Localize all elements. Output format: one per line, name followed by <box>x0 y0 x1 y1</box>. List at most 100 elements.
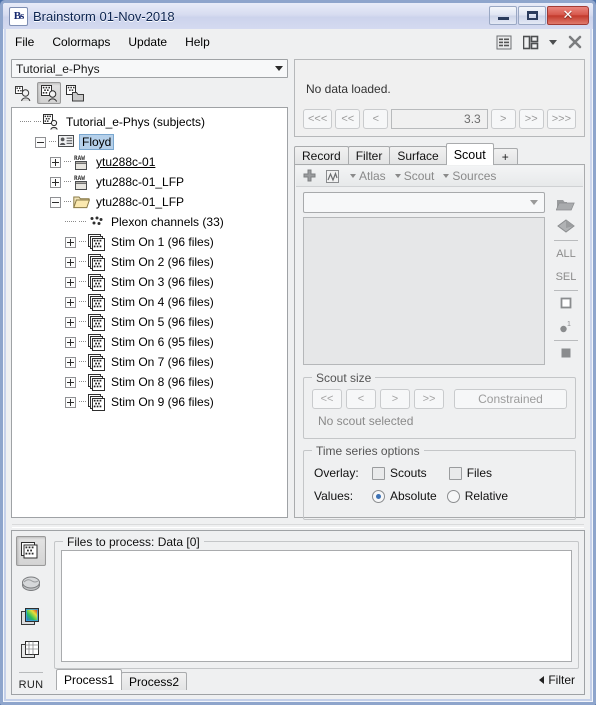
layout-icon[interactable] <box>522 33 540 51</box>
tree-item[interactable]: Stim On 5 (96 files) <box>12 312 287 332</box>
list-icon[interactable] <box>495 33 513 51</box>
process-timefreq-button[interactable] <box>16 602 46 632</box>
chevron-down-icon[interactable] <box>530 200 538 205</box>
tree-item[interactable]: Floyd <box>12 132 287 152</box>
expand-icon[interactable] <box>65 336 76 348</box>
tab-surface[interactable]: Surface <box>389 146 447 165</box>
constrained-button[interactable]: Constrained <box>454 389 567 409</box>
scout-size-increase-large-button[interactable]: >> <box>414 389 444 409</box>
tab-process2[interactable]: Process2 <box>121 672 188 690</box>
scout-size-decrease-large-button[interactable]: << <box>312 389 342 409</box>
menu-scout[interactable]: Scout <box>394 169 434 183</box>
scout-outline-button[interactable] <box>551 292 581 315</box>
tab-process1[interactable]: Process1 <box>56 669 123 690</box>
tree-item[interactable]: RAW ytu288c-01_LFP <box>12 172 287 192</box>
expand-icon[interactable] <box>65 256 76 268</box>
close-window-button[interactable]: ✕ <box>547 6 589 25</box>
expand-icon[interactable] <box>50 156 61 168</box>
scout-fill-button[interactable] <box>551 342 581 365</box>
tab-filter[interactable]: Filter <box>347 146 391 165</box>
overlay-files-checkbox[interactable] <box>448 466 462 480</box>
files-to-process-list[interactable] <box>61 550 572 662</box>
nav-next-button[interactable]: > <box>490 109 516 129</box>
process-tab-bar: Process1 Process2 <box>56 669 188 690</box>
expand-icon[interactable] <box>65 356 76 368</box>
process-matrix-button[interactable] <box>16 635 46 665</box>
menu-atlas[interactable]: Atlas <box>350 169 386 183</box>
tree-item[interactable]: Stim On 3 (96 files) <box>12 272 287 292</box>
add-scout-icon[interactable] <box>300 169 318 184</box>
menu-update[interactable]: Update <box>119 32 176 52</box>
tree-connector <box>65 221 76 223</box>
functional-data-view-button[interactable] <box>37 82 61 104</box>
tab-add-button[interactable]: + <box>492 148 518 165</box>
tree-item[interactable]: RAW ytu288c-01 <box>12 152 287 172</box>
filter-toggle-button[interactable]: Filter <box>539 673 575 687</box>
expand-icon[interactable] <box>65 396 76 408</box>
collapse-icon[interactable] <box>35 136 46 148</box>
scout-list[interactable] <box>303 217 545 365</box>
tree-item-label: Stim On 3 (96 files) <box>111 275 214 289</box>
expand-icon[interactable] <box>65 316 76 328</box>
scout-size-decrease-button[interactable]: < <box>346 389 376 409</box>
atlas-select[interactable] <box>303 192 545 213</box>
nav-next-page-button[interactable]: >> <box>518 109 544 129</box>
expand-icon[interactable] <box>65 276 76 288</box>
close-panel-icon[interactable] <box>566 33 584 51</box>
tab-record[interactable]: Record <box>294 146 349 165</box>
tree-item[interactable]: Stim On 4 (96 files) <box>12 292 287 312</box>
chevron-down-icon[interactable] <box>270 66 287 71</box>
select-all-button[interactable]: ALL <box>551 242 581 265</box>
chevron-down-icon[interactable] <box>549 33 557 51</box>
collapse-icon[interactable] <box>50 196 61 208</box>
expand-icon[interactable] <box>65 296 76 308</box>
expand-icon[interactable] <box>65 376 76 388</box>
time-series-options-group: Time series options Overlay: Scouts File… <box>303 444 576 520</box>
run-button[interactable]: RUN <box>19 679 44 691</box>
maximize-button[interactable] <box>518 6 546 25</box>
time-value-field[interactable]: 3.3 <box>391 109 488 129</box>
horizontal-splitter[interactable] <box>6 521 590 530</box>
nav-last-button[interactable]: >>> <box>546 109 576 129</box>
tree-item[interactable]: Stim On 6 (95 files) <box>12 332 287 352</box>
scout-size-increase-button[interactable]: > <box>380 389 410 409</box>
nav-prev-button[interactable]: < <box>363 109 389 129</box>
scout-display-icon[interactable] <box>323 169 341 184</box>
tree-item[interactable]: Stim On 9 (96 files) <box>12 392 287 412</box>
subjects-view-button[interactable] <box>11 82 35 104</box>
menu-sources[interactable]: Sources <box>443 169 496 183</box>
tree-connector <box>79 261 86 263</box>
scout-seed-button[interactable]: 1 <box>551 315 581 338</box>
process-recordings-button[interactable] <box>16 536 46 566</box>
select-sel-button[interactable]: SEL <box>551 265 581 288</box>
functional-data-sources-view-button[interactable] <box>63 82 87 104</box>
tree-item[interactable]: ytu288c-01_LFP <box>12 192 287 212</box>
tree-item[interactable]: Tutorial_e-Phys (subjects) <box>12 112 287 132</box>
tree-item[interactable]: Stim On 8 (96 files) <box>12 372 287 392</box>
nav-prev-page-button[interactable]: << <box>335 109 361 129</box>
save-scout-button[interactable] <box>551 215 581 238</box>
overlay-scouts-checkbox[interactable] <box>372 466 385 480</box>
main-body: Tutorial_e-Phys Tutorial_e-Phys (subject… <box>6 55 590 699</box>
tree-item[interactable]: Stim On 1 (96 files) <box>12 232 287 252</box>
nav-first-button[interactable]: <<< <box>303 109 333 129</box>
values-relative-radio[interactable] <box>446 489 460 503</box>
tree-connector <box>20 121 31 123</box>
tab-scout[interactable]: Scout <box>445 143 494 165</box>
load-scout-button[interactable] <box>551 192 581 215</box>
expand-icon[interactable] <box>65 236 76 248</box>
tree-item[interactable]: Stim On 2 (96 files) <box>12 252 287 272</box>
expand-icon[interactable] <box>50 176 61 188</box>
minimize-button[interactable] <box>489 6 517 25</box>
tree-item[interactable]: Plexon channels (33) <box>12 212 287 232</box>
process-sources-button[interactable] <box>16 569 46 599</box>
values-absolute-radio[interactable] <box>372 489 385 503</box>
protocol-select[interactable]: Tutorial_e-Phys <box>11 59 288 78</box>
vertical-splitter[interactable] <box>289 59 293 514</box>
menu-colormaps[interactable]: Colormaps <box>43 32 119 52</box>
menu-help[interactable]: Help <box>176 32 219 52</box>
subject-tree[interactable]: Tutorial_e-Phys (subjects) Floyd RAW ytu288… <box>11 107 288 518</box>
tree-connector <box>49 141 56 143</box>
menu-file[interactable]: File <box>6 32 43 52</box>
tree-item[interactable]: Stim On 7 (96 files) <box>12 352 287 372</box>
